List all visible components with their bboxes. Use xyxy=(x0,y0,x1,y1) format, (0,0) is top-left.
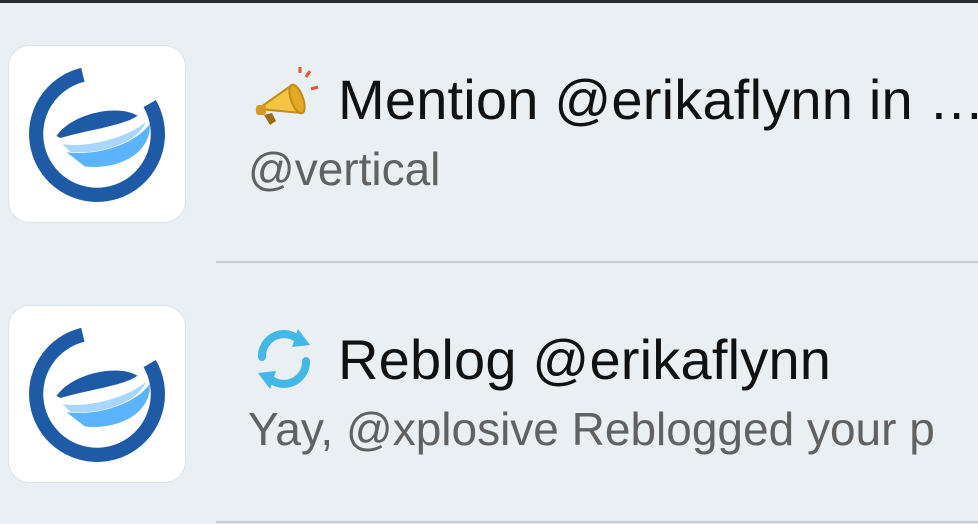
divider xyxy=(216,521,978,523)
notification-item-reblog[interactable]: Reblog @erikaflynn Yay, @xplosive Reblog… xyxy=(0,263,978,523)
avatar xyxy=(8,305,186,483)
app-logo-e-icon xyxy=(29,66,165,202)
avatar xyxy=(8,45,186,223)
notification-title: Mention @erikaflynn in … xyxy=(338,67,978,131)
megaphone-icon xyxy=(248,63,320,135)
notification-title: Reblog @erikaflynn xyxy=(338,327,832,391)
app-logo-e-icon xyxy=(29,326,165,462)
notification-subtitle: @vertical xyxy=(248,143,441,195)
notification-list: Mention @erikaflynn in … @vertical Reblo… xyxy=(0,3,978,523)
reblog-arrows-icon xyxy=(248,323,320,395)
notification-subtitle: Yay, @xplosive Reblogged your p xyxy=(248,403,935,455)
notification-item-mention[interactable]: Mention @erikaflynn in … @vertical xyxy=(0,3,978,263)
